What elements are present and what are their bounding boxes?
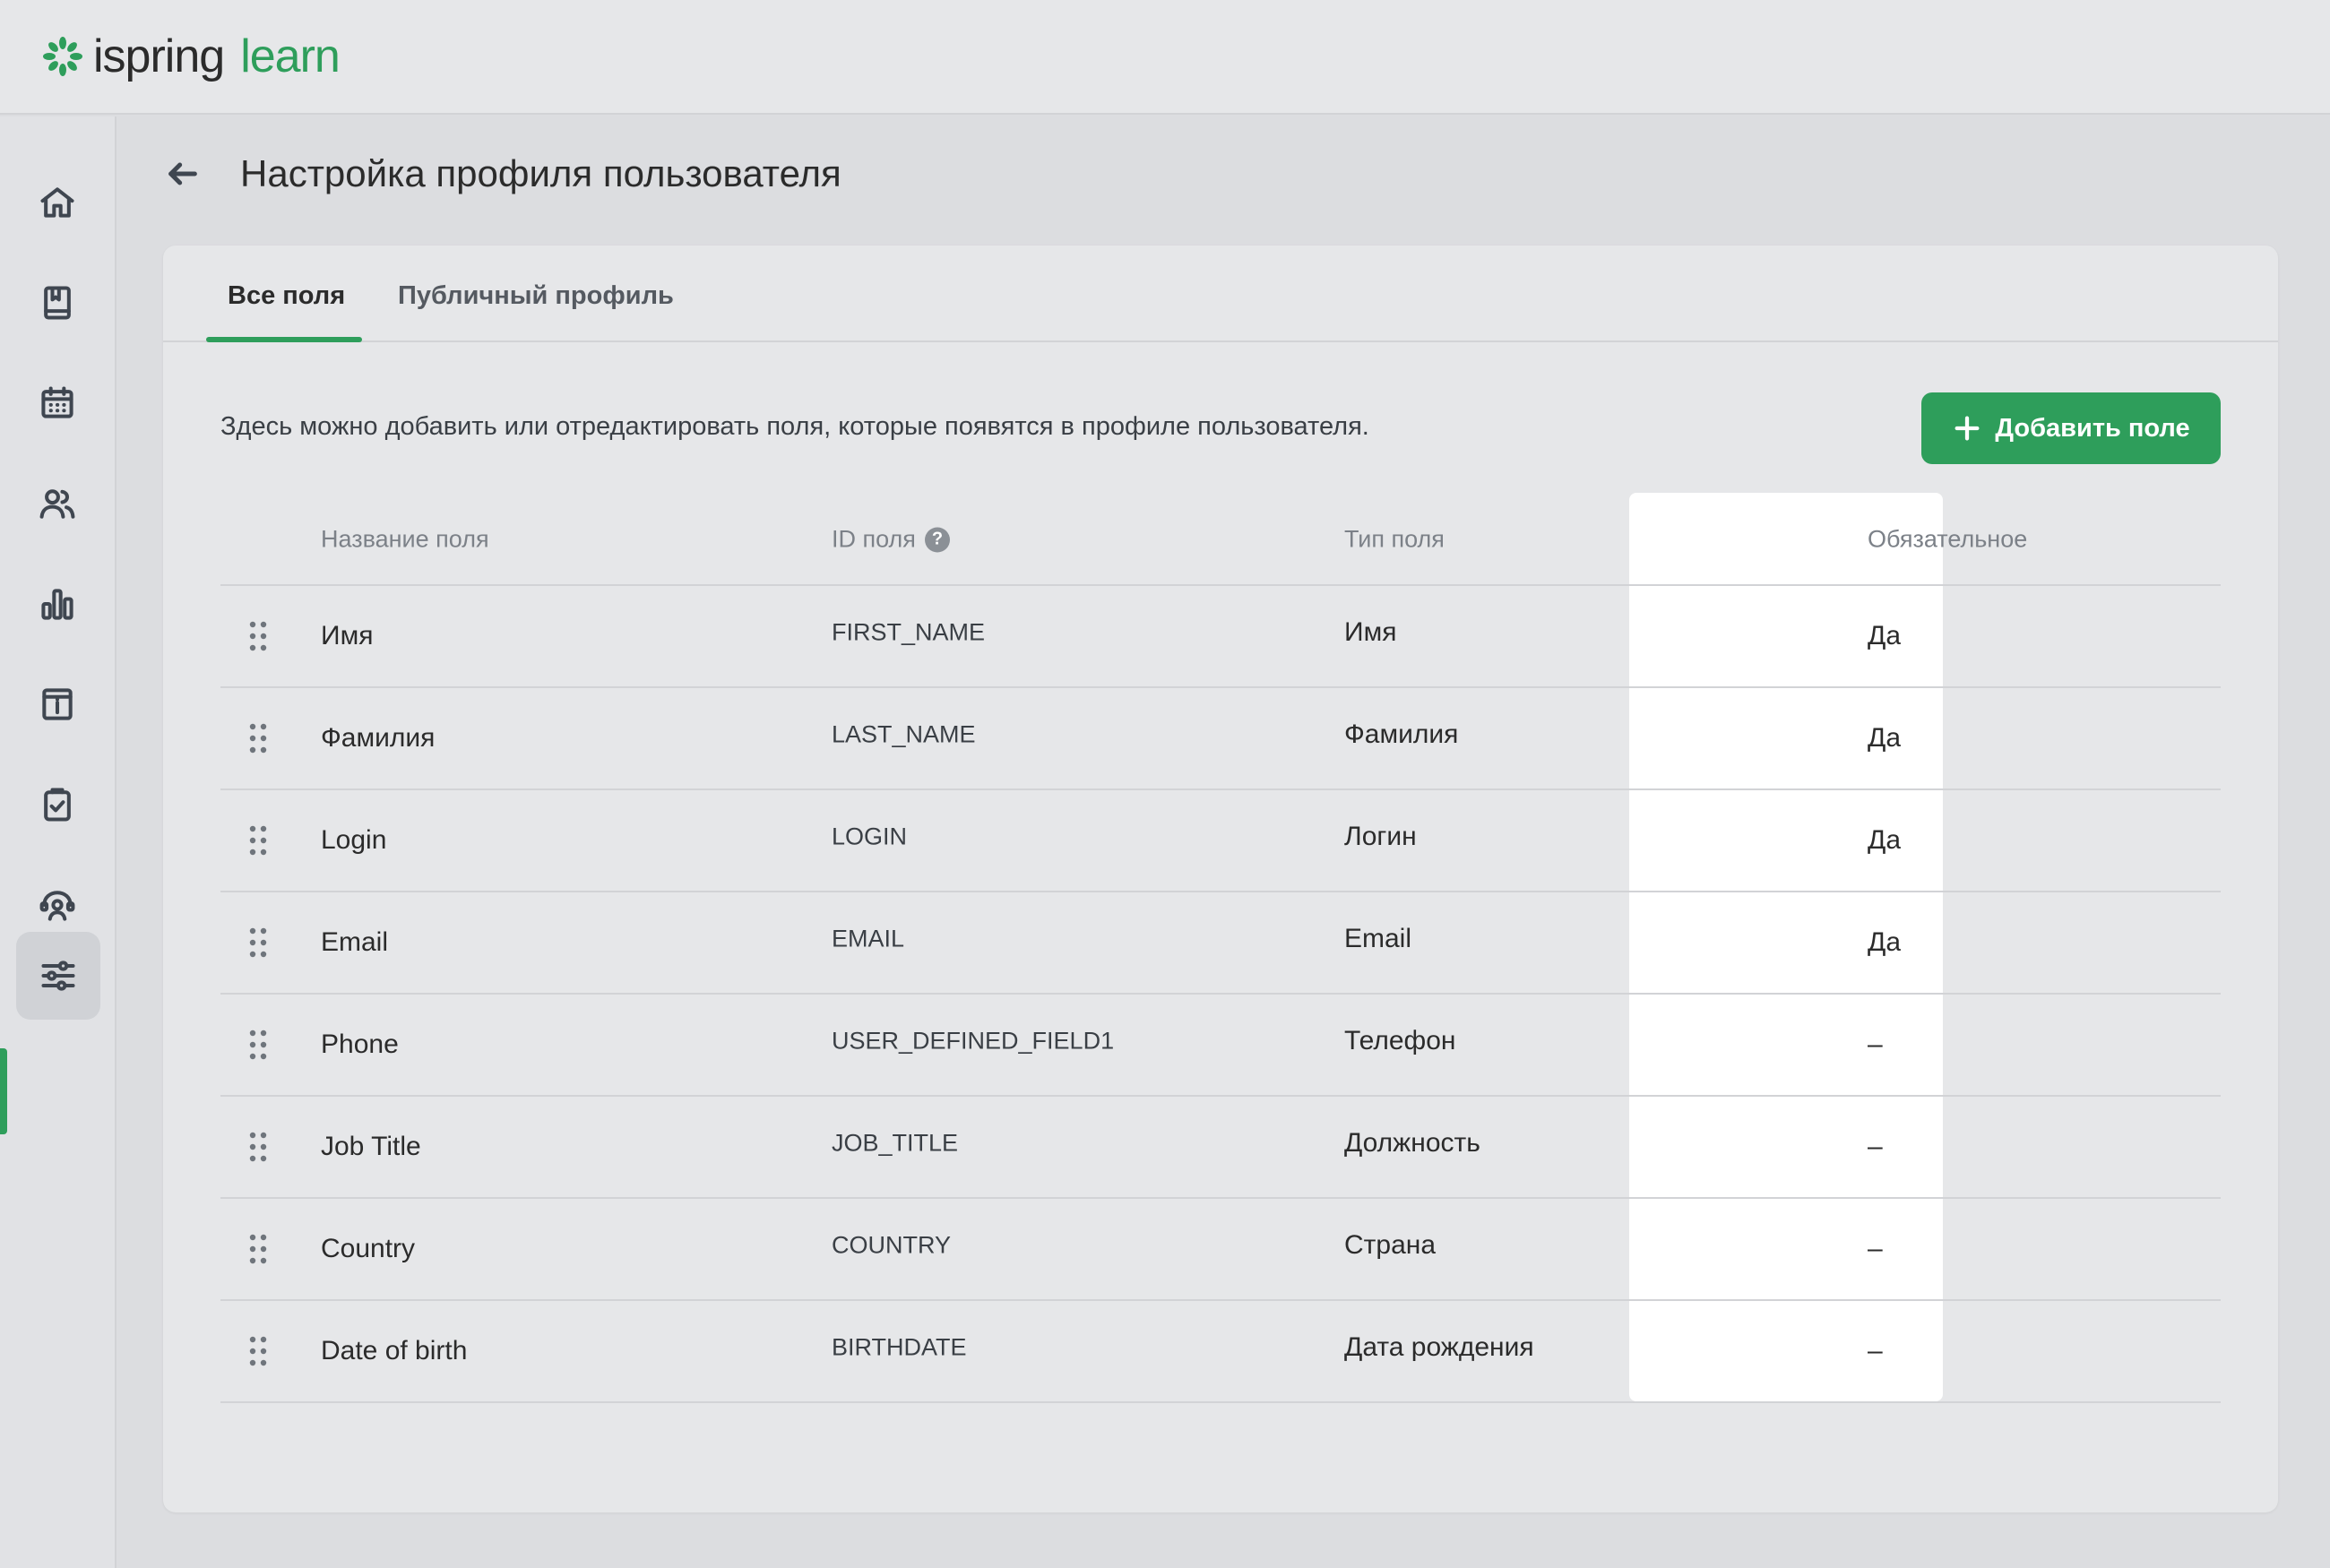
field-type: Имя xyxy=(1344,617,1397,647)
tab-bar: Все поля Публичный профиль xyxy=(163,246,2278,342)
field-id: EMAIL xyxy=(832,925,905,952)
clipboard-check-icon xyxy=(44,788,71,822)
info-icon xyxy=(42,688,73,720)
app-logo[interactable]: ispring learn xyxy=(41,30,341,83)
column-header-id[interactable]: ID поля? xyxy=(832,526,950,554)
top-bar: ispring learn xyxy=(0,0,2330,115)
drag-handle-icon[interactable] xyxy=(249,723,267,754)
field-required: – xyxy=(1868,1030,1883,1059)
page-header: Настройка профиля пользователя xyxy=(161,152,841,195)
sidebar xyxy=(0,116,116,1568)
field-id: FIRST_NAME xyxy=(832,618,986,646)
sidebar-item-library[interactable] xyxy=(27,272,88,333)
add-field-button-label: Добавить поле xyxy=(1995,413,2190,443)
plus-icon xyxy=(1955,416,1980,441)
column-header-id-label: ID поля xyxy=(832,525,916,553)
field-type: Должность xyxy=(1344,1128,1480,1158)
users-icon xyxy=(39,489,75,519)
field-required: – xyxy=(1868,1132,1883,1161)
field-required: – xyxy=(1868,1234,1883,1263)
drag-handle-icon[interactable] xyxy=(249,1234,267,1264)
field-name: Phone xyxy=(321,1030,399,1059)
calendar-icon xyxy=(41,386,73,418)
tab-public-profile[interactable]: Публичный профиль xyxy=(398,281,674,311)
table-header: Название поля ID поля? Тип поля Обязател… xyxy=(220,493,2221,586)
sidebar-item-home[interactable] xyxy=(27,172,88,233)
field-id: COUNTRY xyxy=(832,1231,952,1259)
field-name: Email xyxy=(321,927,389,957)
field-required: Да xyxy=(1868,723,1902,753)
chart-icon xyxy=(41,589,73,620)
sidebar-item-calendar[interactable] xyxy=(27,373,88,434)
drag-handle-icon[interactable] xyxy=(249,1030,267,1060)
table-row[interactable]: Date of birth BIRTHDATE Дата рождения – xyxy=(220,1301,2221,1403)
drag-handle-icon[interactable] xyxy=(249,927,267,958)
drag-handle-icon[interactable] xyxy=(249,1132,267,1162)
sidebar-item-support[interactable] xyxy=(27,874,88,935)
sliders-icon xyxy=(41,961,75,991)
page-description: Здесь можно добавить или отредактировать… xyxy=(220,412,1369,441)
sidebar-item-tasks[interactable] xyxy=(27,774,88,835)
field-type: Телефон xyxy=(1344,1026,1456,1055)
table-row[interactable]: Country COUNTRY Страна – xyxy=(220,1199,2221,1301)
logo-text-learn: learn xyxy=(240,30,341,82)
tab-all-fields[interactable]: Все поля xyxy=(228,281,345,311)
drag-handle-icon[interactable] xyxy=(249,621,267,651)
field-id: USER_DEFINED_FIELD1 xyxy=(832,1027,1115,1055)
column-header-type-label: Тип поля xyxy=(1344,525,1445,553)
field-name: Job Title xyxy=(321,1132,421,1161)
table-row[interactable]: Имя FIRST_NAME Имя Да xyxy=(220,586,2221,688)
field-id: BIRTHDATE xyxy=(832,1333,967,1361)
field-type: Страна xyxy=(1344,1230,1437,1260)
field-required: Да xyxy=(1868,621,1902,650)
sidebar-active-indicator xyxy=(0,1048,7,1134)
back-button[interactable] xyxy=(161,152,204,195)
column-header-name[interactable]: Название поля xyxy=(321,526,489,554)
field-name: Имя xyxy=(321,621,374,650)
support-person-icon xyxy=(39,891,75,921)
logo-text-ispring: ispring xyxy=(93,30,225,82)
table-row[interactable]: Job Title JOB_TITLE Должность – xyxy=(220,1097,2221,1199)
table-row[interactable]: Email EMAIL Email Да xyxy=(220,892,2221,995)
table-row[interactable]: Фамилия LAST_NAME Фамилия Да xyxy=(220,688,2221,790)
field-name: Country xyxy=(321,1234,416,1263)
page-title: Настройка профиля пользователя xyxy=(240,152,841,194)
field-type: Дата рождения xyxy=(1344,1332,1534,1362)
drag-handle-icon[interactable] xyxy=(249,825,267,856)
field-type: Логин xyxy=(1344,822,1417,851)
column-header-required-label: Обязательное xyxy=(1868,525,2028,553)
field-id: LOGIN xyxy=(832,823,908,850)
field-id: LAST_NAME xyxy=(832,720,976,748)
add-field-button[interactable]: Добавить поле xyxy=(1921,392,2221,464)
arrow-left-icon xyxy=(168,162,197,185)
field-required: Да xyxy=(1868,825,1902,855)
field-name: Date of birth xyxy=(321,1336,468,1366)
field-name: Login xyxy=(321,825,387,855)
book-icon xyxy=(44,286,71,320)
home-icon xyxy=(40,187,74,218)
sidebar-item-settings[interactable] xyxy=(16,932,100,1020)
column-header-required[interactable]: Обязательное xyxy=(1868,526,2027,554)
field-type: Фамилия xyxy=(1344,719,1459,749)
sidebar-item-reports[interactable] xyxy=(27,573,88,634)
help-icon[interactable]: ? xyxy=(924,527,950,552)
field-required: – xyxy=(1868,1336,1883,1366)
field-type: Email xyxy=(1344,924,1412,953)
table-row[interactable]: Phone USER_DEFINED_FIELD1 Телефон – xyxy=(220,995,2221,1097)
active-tab-indicator xyxy=(206,337,362,342)
column-header-type[interactable]: Тип поля xyxy=(1344,526,1445,554)
drag-handle-icon[interactable] xyxy=(249,1336,267,1366)
field-id: JOB_TITLE xyxy=(832,1129,959,1157)
ispring-logo-icon xyxy=(43,37,82,76)
field-required: Да xyxy=(1868,927,1902,957)
field-name: Фамилия xyxy=(321,723,436,753)
column-header-name-label: Название поля xyxy=(321,525,489,553)
sidebar-item-users[interactable] xyxy=(27,473,88,534)
profile-settings-card: Все поля Публичный профиль Здесь можно д… xyxy=(163,246,2278,1512)
profile-fields-table: Название поля ID поля? Тип поля Обязател… xyxy=(220,493,2221,1403)
table-row[interactable]: Login LOGIN Логин Да xyxy=(220,790,2221,892)
sidebar-item-info[interactable] xyxy=(27,674,88,735)
